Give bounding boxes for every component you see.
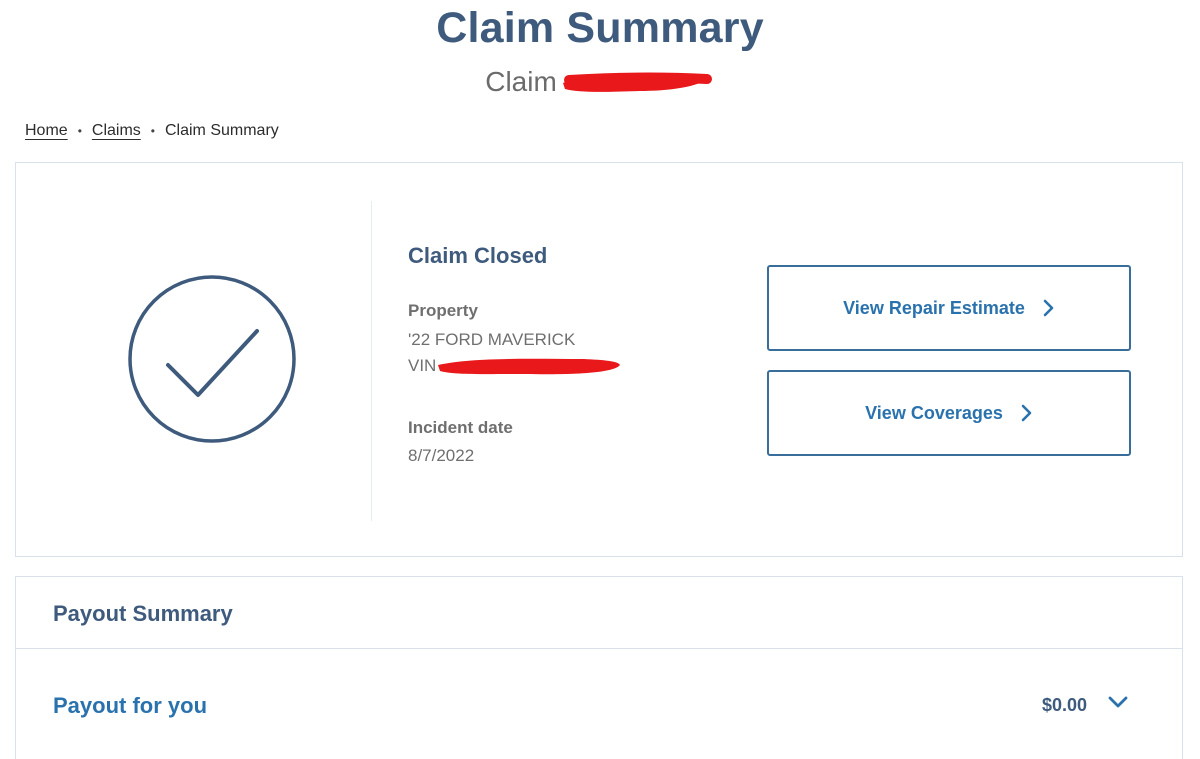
incident-date-value: 8/7/2022 (408, 446, 475, 465)
breadcrumb-separator: • (77, 124, 82, 138)
payout-amount: $0.00 (1042, 695, 1088, 715)
page-title: Claim Summary (436, 4, 764, 52)
claim-number-heading: Claim (0, 64, 1200, 100)
claim-label: Claim (485, 66, 557, 97)
chevron-right-icon (1021, 404, 1033, 422)
payout-summary-header: Payout Summary (16, 577, 1182, 649)
breadcrumb: Home • Claims • Claim Summary (25, 122, 279, 140)
view-repair-estimate-label: View Repair Estimate (843, 297, 1025, 318)
payout-for-you-label[interactable]: Payout for you (53, 693, 207, 719)
breadcrumb-home-link[interactable]: Home (25, 122, 68, 140)
claim-details-card: Claim Closed Property '22 FORD MAVERICK … (15, 162, 1183, 557)
view-coverages-button[interactable]: View Coverages (767, 370, 1131, 456)
vehicle-name: '22 FORD MAVERICK (408, 330, 576, 349)
claim-status: Claim Closed (408, 243, 548, 268)
property-label: Property (408, 301, 478, 320)
chevron-right-icon (1043, 299, 1055, 317)
vin-line: VIN (408, 353, 624, 379)
redaction-mark (438, 358, 621, 375)
breadcrumb-separator: • (150, 124, 155, 138)
payout-summary-card: Payout Summary Payout for you $0.00 (15, 576, 1183, 759)
breadcrumb-current: Claim Summary (164, 122, 279, 139)
vin-label: VIN (408, 356, 437, 375)
chevron-down-icon[interactable] (1108, 695, 1128, 714)
check-circle-icon (128, 275, 296, 443)
view-coverages-label: View Coverages (865, 402, 1003, 423)
redaction-mark (562, 72, 712, 92)
payout-summary-title: Payout Summary (53, 601, 233, 626)
incident-date-label: Incident date (408, 418, 513, 437)
view-repair-estimate-button[interactable]: View Repair Estimate (767, 265, 1131, 351)
breadcrumb-claims-link[interactable]: Claims (92, 122, 141, 140)
vertical-divider (371, 201, 372, 521)
